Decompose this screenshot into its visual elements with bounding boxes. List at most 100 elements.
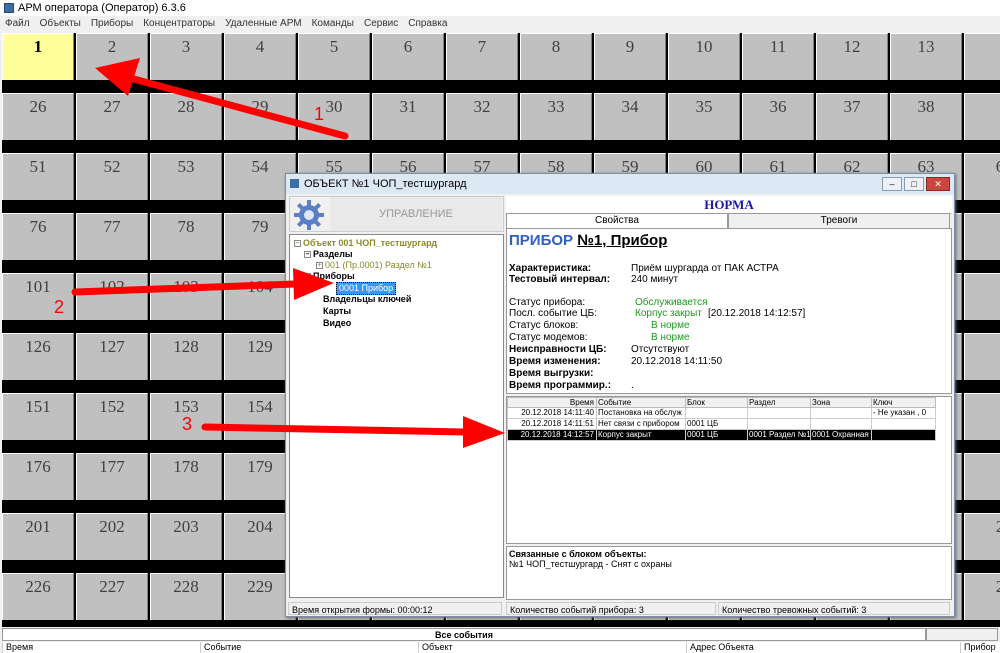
menu-remote-arm[interactable]: Удаленные АРМ	[220, 16, 307, 31]
object-tile[interactable]: 103	[150, 273, 222, 320]
object-tile[interactable]: 5	[298, 33, 370, 80]
object-tile[interactable]: 28	[150, 93, 222, 140]
tree-root[interactable]: – Объект 001 ЧОП_тестшургард	[294, 238, 437, 249]
object-tile[interactable]: 6	[964, 153, 1000, 200]
tab-secondary[interactable]	[926, 628, 998, 641]
tree-key-owners[interactable]: Владельцы ключей	[323, 294, 411, 305]
minimize-icon[interactable]: –	[882, 177, 902, 191]
object-tile[interactable]: 34	[594, 93, 666, 140]
object-tile[interactable]: 6	[372, 33, 444, 80]
col-zone[interactable]: Зона	[810, 397, 872, 408]
object-tile[interactable]: 51	[2, 153, 74, 200]
object-tile[interactable]: 127	[76, 333, 148, 380]
object-tile[interactable]: 53	[150, 153, 222, 200]
object-tile[interactable]: 101	[2, 273, 74, 320]
collapse-icon[interactable]: –	[304, 251, 311, 259]
object-tile[interactable]: 2	[964, 573, 1000, 620]
object-tile[interactable]: 12	[816, 33, 888, 80]
object-tile[interactable]: 35	[668, 93, 740, 140]
tab-properties[interactable]: Свойства	[506, 213, 728, 228]
object-tile[interactable]: 32	[446, 93, 518, 140]
menu-file[interactable]: Файл	[0, 16, 35, 31]
collapse-icon[interactable]: –	[304, 273, 311, 281]
tree-video[interactable]: Видео	[323, 318, 351, 329]
table-row-selected[interactable]: 20.12.2018 14:12:57 Корпус закрыт 0001 ЦБ 0…	[507, 429, 936, 441]
object-tile[interactable]: 2	[964, 513, 1000, 560]
close-icon[interactable]: ✕	[926, 177, 950, 191]
menu-help[interactable]: Справка	[403, 16, 452, 31]
object-tile[interactable]: 228	[150, 573, 222, 620]
object-tile[interactable]: 178	[150, 453, 222, 500]
object-tile[interactable]: 11	[742, 33, 814, 80]
menu-objects[interactable]: Объекты	[35, 16, 86, 31]
menu-concentrators[interactable]: Концентраторы	[138, 16, 220, 31]
col-address[interactable]: Адрес Объекта	[686, 642, 960, 653]
object-tile[interactable]: 226	[2, 573, 74, 620]
tab-all-events[interactable]: Все события	[2, 628, 926, 641]
object-tile[interactable]: 77	[76, 213, 148, 260]
menu-devices[interactable]: Приборы	[86, 16, 138, 31]
col-device[interactable]: Прибор	[960, 642, 1000, 653]
object-tile[interactable]: 52	[76, 153, 148, 200]
object-tile[interactable]: 30	[298, 93, 370, 140]
object-tile[interactable]	[964, 393, 1000, 440]
object-tile[interactable]: 10	[668, 33, 740, 80]
object-tile[interactable]: 38	[890, 93, 962, 140]
object-tile[interactable]: 37	[816, 93, 888, 140]
object-tile[interactable]: 3	[150, 33, 222, 80]
col-event[interactable]: Событие	[596, 397, 686, 408]
col-event[interactable]: Событие	[200, 642, 418, 653]
object-tile[interactable]	[964, 33, 1000, 80]
management-button[interactable]: УПРАВЛЕНИЕ	[289, 196, 504, 232]
object-tile[interactable]: 2	[76, 33, 148, 80]
object-tile[interactable]: 36	[742, 93, 814, 140]
tree-sections[interactable]: – Разделы	[304, 249, 353, 260]
object-tile[interactable]: 7	[446, 33, 518, 80]
object-tile[interactable]: 227	[76, 573, 148, 620]
object-tile[interactable]	[964, 93, 1000, 140]
col-object[interactable]: Объект	[418, 642, 686, 653]
object-tile[interactable]	[964, 333, 1000, 380]
object-tile[interactable]: 8	[520, 33, 592, 80]
maximize-icon[interactable]: □	[904, 177, 924, 191]
related-item[interactable]: №1 ЧОП_тестшургард - Снят с охраны	[509, 559, 949, 569]
col-block[interactable]: Блок	[685, 397, 748, 408]
collapse-icon[interactable]: –	[294, 240, 301, 248]
col-time[interactable]: Время	[507, 397, 597, 408]
object-tile[interactable]: 153	[150, 393, 222, 440]
object-tile[interactable]: 78	[150, 213, 222, 260]
tab-alarms[interactable]: Тревоги	[728, 213, 950, 228]
col-section[interactable]: Раздел	[747, 397, 811, 408]
tree-section-item[interactable]: +001 (Пр.0001) Раздел №1	[316, 260, 432, 271]
table-row[interactable]: 20.12.2018 14:11:40 Постановка на обслуж -…	[507, 407, 936, 419]
object-tile[interactable]: 102	[76, 273, 148, 320]
object-tile[interactable]: 177	[76, 453, 148, 500]
object-tile[interactable]: 76	[2, 213, 74, 260]
object-tile[interactable]: 201	[2, 513, 74, 560]
menu-commands[interactable]: Команды	[307, 16, 359, 31]
object-tile[interactable]: 27	[76, 93, 148, 140]
object-tile[interactable]: 203	[150, 513, 222, 560]
object-tile[interactable]: 13	[890, 33, 962, 80]
object-tile[interactable]: 128	[150, 333, 222, 380]
expand-icon[interactable]: +	[316, 262, 323, 270]
object-tile[interactable]: 152	[76, 393, 148, 440]
object-tile[interactable]: 126	[2, 333, 74, 380]
object-tile[interactable]	[964, 453, 1000, 500]
object-tile[interactable]: 176	[2, 453, 74, 500]
object-tile[interactable]: 1	[2, 33, 74, 80]
col-key[interactable]: Ключ	[871, 397, 936, 408]
object-tile[interactable]	[964, 213, 1000, 260]
object-tile[interactable]: 202	[76, 513, 148, 560]
object-tile[interactable]: 31	[372, 93, 444, 140]
object-tile[interactable]: 4	[224, 33, 296, 80]
object-tile[interactable]: 33	[520, 93, 592, 140]
object-tile[interactable]: 9	[594, 33, 666, 80]
tree-devices[interactable]: – Приборы	[304, 271, 355, 282]
col-time[interactable]: Время	[2, 642, 200, 653]
tree-maps[interactable]: Карты	[323, 306, 351, 317]
object-tile[interactable]	[964, 273, 1000, 320]
object-tile[interactable]: 26	[2, 93, 74, 140]
object-tile[interactable]: 151	[2, 393, 74, 440]
table-row[interactable]: 20.12.2018 14:11:51 Нет связи с прибором 0…	[507, 418, 936, 430]
